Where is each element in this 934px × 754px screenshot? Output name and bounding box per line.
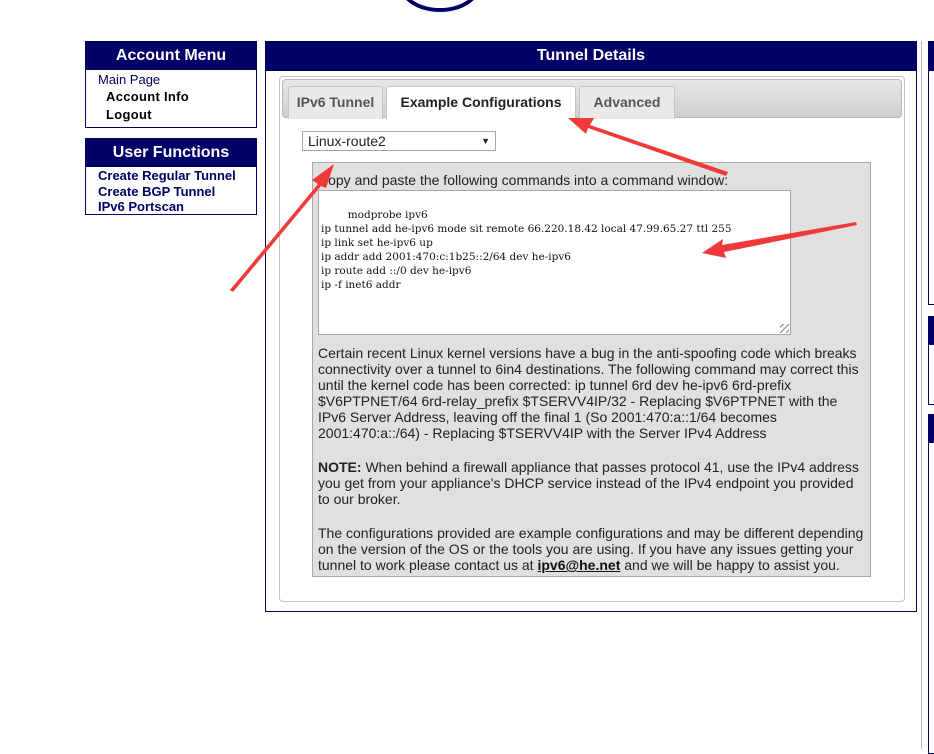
account-menu: Account Menu Main Page Account Info Logo…	[85, 41, 257, 128]
tab-example-configurations[interactable]: Example Configurations	[386, 86, 576, 120]
user-functions-title: User Functions	[86, 139, 256, 167]
tunnel-details-title: Tunnel Details	[266, 42, 916, 71]
user-functions-menu: User Functions Create Regular Tunnel Cre…	[85, 138, 257, 215]
account-menu-title: Account Menu	[86, 42, 256, 70]
os-config-select-value: Linux-route2	[308, 133, 386, 149]
kernel-bug-note: Certain recent Linux kernel versions hav…	[318, 345, 859, 441]
firewall-note: NOTE: When behind a firewall appliance t…	[318, 459, 864, 507]
column-divider	[921, 41, 922, 749]
site-logo	[400, 0, 480, 12]
right-panel-3	[928, 414, 934, 754]
os-config-select[interactable]: Linux-route2 ▼	[302, 131, 496, 151]
contact-email-link[interactable]: ipv6@he.net	[537, 557, 620, 573]
note-label: NOTE:	[318, 459, 362, 475]
menu-link-create-bgp-tunnel[interactable]: Create BGP Tunnel	[98, 184, 256, 200]
note-text: When behind a firewall appliance that pa…	[318, 459, 859, 507]
disclaimer: The configurations provided are example …	[318, 525, 864, 573]
commands-text: modprobe ipv6 ip tunnel add he-ipv6 mode…	[321, 209, 732, 291]
tab-bar: IPv6 Tunnel Example Configurations Advan…	[282, 79, 902, 120]
menu-link-logout[interactable]: Logout	[98, 106, 256, 124]
commands-textarea[interactable]: modprobe ipv6 ip tunnel add he-ipv6 mode…	[318, 190, 791, 335]
right-panel-2	[928, 316, 934, 405]
tab-ipv6-tunnel[interactable]: IPv6 Tunnel	[288, 86, 383, 119]
menu-link-account-info[interactable]: Account Info	[98, 88, 256, 106]
disclaimer-text-end: and we will be happy to assist you.	[620, 557, 840, 573]
tab-advanced[interactable]: Advanced	[579, 86, 675, 119]
resize-handle-icon[interactable]	[780, 324, 789, 333]
config-panel: Copy and paste the following commands in…	[312, 162, 871, 577]
menu-link-create-regular-tunnel[interactable]: Create Regular Tunnel	[98, 168, 256, 184]
tabs-container: IPv6 Tunnel Example Configurations Advan…	[279, 76, 905, 602]
tunnel-details-panel: Tunnel Details IPv6 Tunnel Example Confi…	[265, 41, 917, 612]
right-panel-1	[928, 41, 934, 305]
chevron-down-icon: ▼	[481, 136, 490, 146]
menu-link-main-page[interactable]: Main Page	[98, 71, 256, 88]
instructions-text: Copy and paste the following commands in…	[318, 172, 729, 188]
menu-link-ipv6-portscan[interactable]: IPv6 Portscan	[98, 199, 256, 215]
